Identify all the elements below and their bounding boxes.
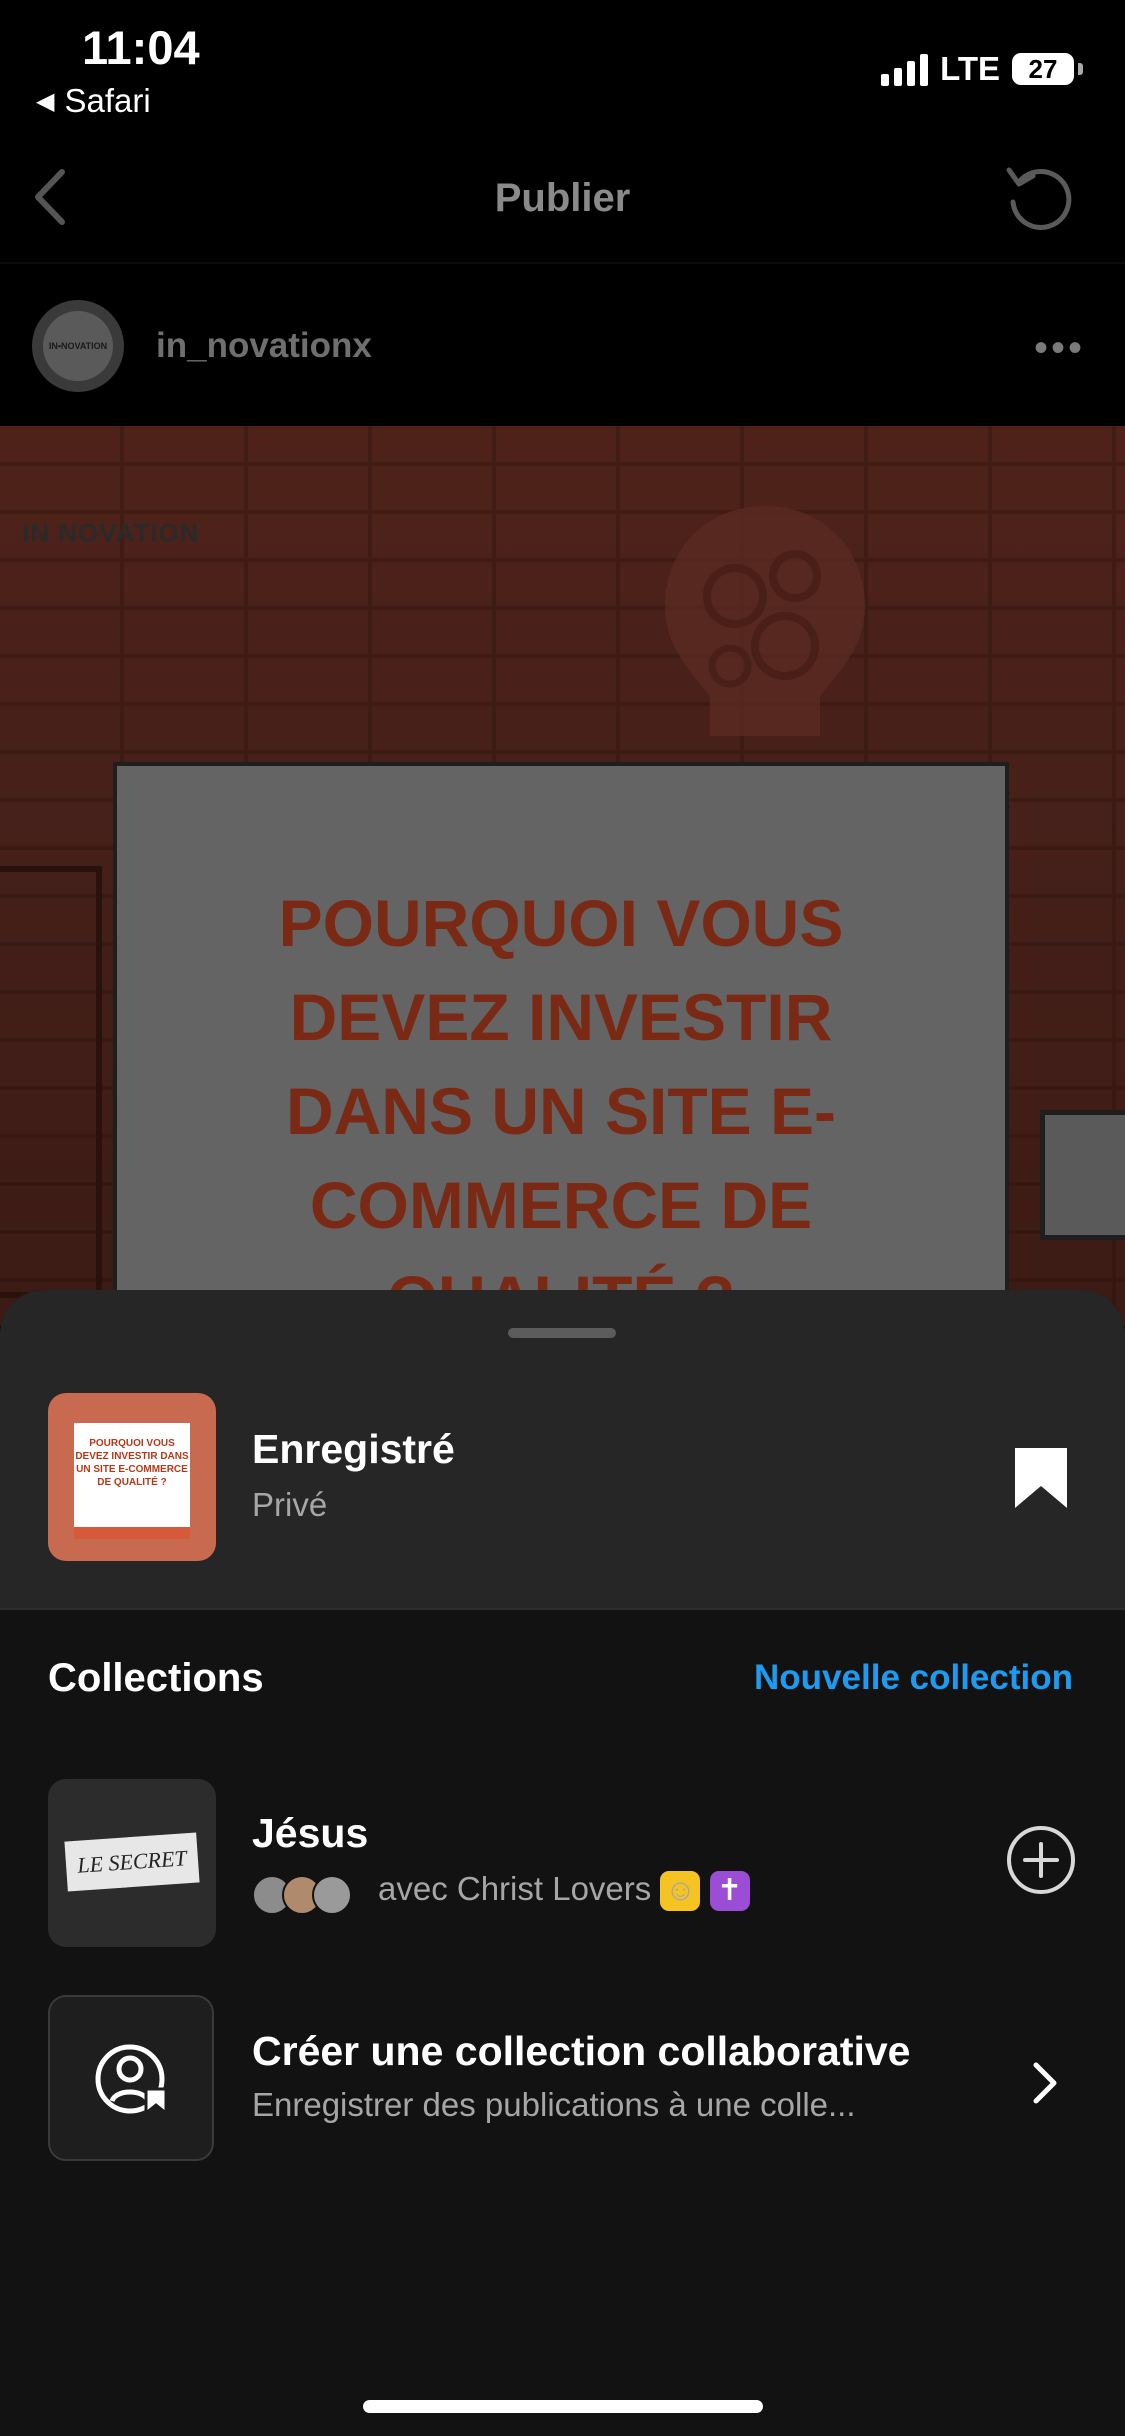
sheet-divider <box>0 1608 1125 1610</box>
gear-bulb-icon <box>665 506 865 736</box>
post-headline: POURQUOI VOUS DEVEZ INVESTIR DANS UN SIT… <box>278 886 844 1326</box>
collab-collection-thumbnail[interactable] <box>48 1995 214 2161</box>
collaborator-avatar <box>312 1875 352 1915</box>
collection-subtitle-jesus: avec Christ Lovers ☺ ✝ <box>378 1870 750 1912</box>
back-to-safari[interactable]: ◀ Safari <box>36 82 151 120</box>
back-triangle-icon: ◀ <box>36 87 55 115</box>
new-collection-button[interactable]: Nouvelle collection <box>754 1658 1073 1698</box>
collections-heading: Collections <box>48 1656 264 1700</box>
author-avatar[interactable]: IN•NOVATION <box>32 300 124 392</box>
collab-user-bookmark-icon <box>95 2044 168 2117</box>
status-time: 11:04 <box>82 21 200 74</box>
jesus-thumb-text: LE SECRET <box>64 1832 200 1892</box>
latin-cross-emoji-icon: ✝ <box>709 1871 750 1912</box>
sheet-grabber[interactable] <box>508 1328 616 1338</box>
collection-thumbnail-jesus[interactable]: LE SECRET <box>48 1779 216 1947</box>
headline-board: POURQUOI VOUS DEVEZ INVESTIR DANS UN SIT… <box>113 762 1009 1326</box>
picture-frame <box>0 866 102 1298</box>
saved-thumb-band <box>74 1527 190 1539</box>
back-app-label: Safari <box>64 82 151 119</box>
page-title: Publier <box>494 176 631 220</box>
collection-collaborators-text: avec Christ Lovers <box>378 1870 652 1907</box>
network-label: LTE <box>940 50 1000 87</box>
create-collab-subtitle: Enregistrer des publications à une colle… <box>252 2086 856 2123</box>
signal-icon <box>881 52 929 86</box>
bookmark-filled-icon[interactable] <box>1013 1446 1069 1510</box>
post-logo: IN NOVATION <box>22 518 200 548</box>
saved-thumbnail: POURQUOI VOUS DEVEZ INVESTIR DANS UN SIT… <box>48 1393 216 1561</box>
save-sheet: POURQUOI VOUS DEVEZ INVESTIR DANS UN SIT… <box>0 1290 1125 2436</box>
home-indicator[interactable] <box>363 2400 763 2413</box>
avatar-logo: IN•NOVATION <box>43 311 113 381</box>
saved-title[interactable]: Enregistré <box>252 1426 455 1473</box>
more-options-icon[interactable]: ••• <box>1034 326 1085 371</box>
grinning-emoji-icon: ☺ <box>660 1871 701 1912</box>
header-divider <box>0 262 1125 264</box>
saved-thumb-text: POURQUOI VOUS DEVEZ INVESTIR DANS UN SIT… <box>74 1423 190 1527</box>
chevron-right-icon[interactable] <box>1031 2060 1059 2106</box>
author-username[interactable]: in_novationx <box>156 326 372 366</box>
collection-title-jesus[interactable]: Jésus <box>252 1810 368 1857</box>
monitor <box>1040 1110 1125 1240</box>
status-indicators: LTE 27 <box>881 50 1083 88</box>
undo-icon[interactable] <box>1001 160 1077 236</box>
battery-nub <box>1078 63 1083 75</box>
add-to-collection-icon[interactable] <box>1005 1824 1077 1896</box>
post-image: IN NOVATION POURQUOI VOUS DEVEZ INVESTIR… <box>0 426 1125 1326</box>
battery-level: 27 <box>1028 53 1058 84</box>
collaborator-avatars <box>252 1875 352 1915</box>
saved-subtitle: Privé <box>252 1486 328 1523</box>
battery-icon: 27 <box>1012 53 1074 85</box>
create-collab-title[interactable]: Créer une collection collaborative <box>252 2028 910 2075</box>
